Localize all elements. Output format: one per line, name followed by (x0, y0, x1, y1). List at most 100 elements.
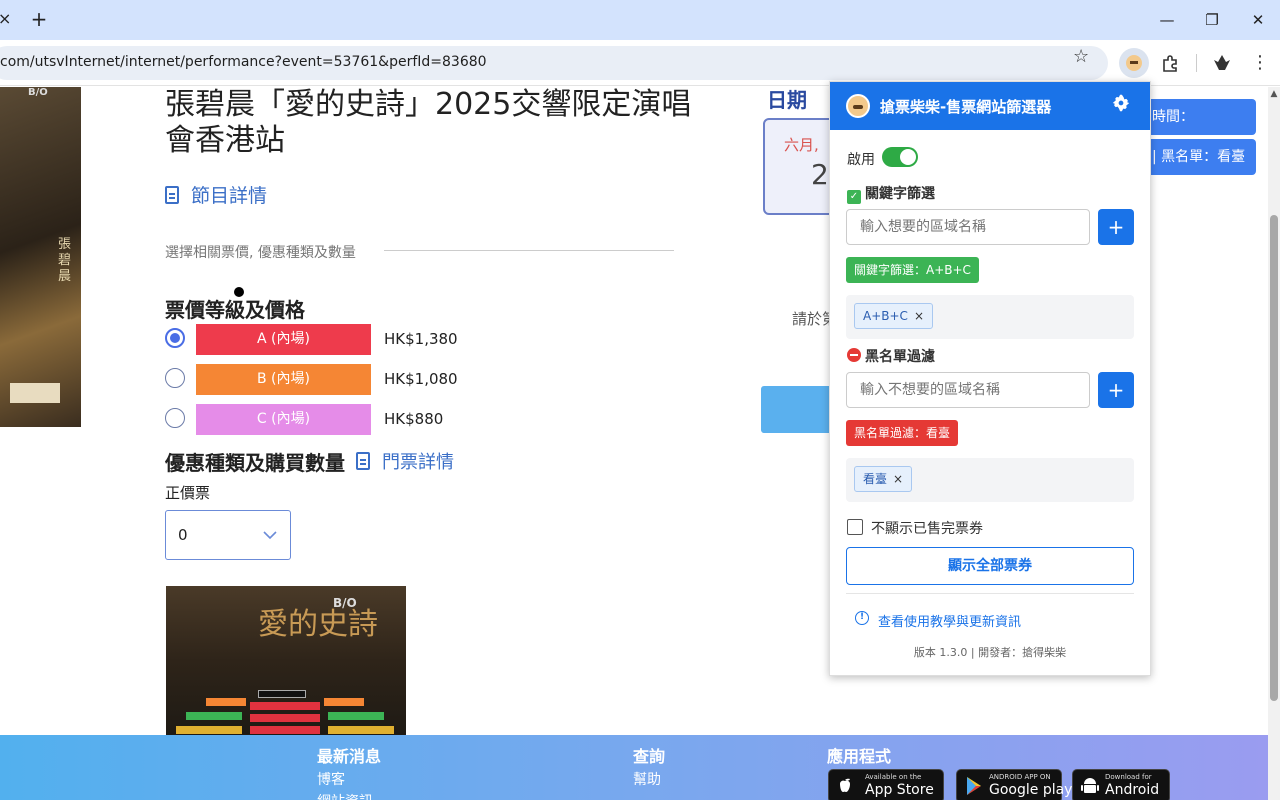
footer: 最新消息 博客 網站資訊 查詢 幫助 應用程式 Available on the… (0, 735, 1268, 800)
android-badge[interactable]: Download for Android (1072, 769, 1170, 800)
android-small: Download for (1105, 773, 1152, 781)
bookmark-star-icon[interactable]: ☆ (1073, 46, 1089, 67)
chevron-down-icon (262, 521, 278, 547)
hide-sold-out-checkbox[interactable] (847, 519, 863, 535)
google-play-small: ANDROID APP ON (989, 773, 1051, 781)
price-tier-c[interactable]: C (內場) HK$880 (165, 404, 485, 436)
app-store-small: Available on the (865, 773, 922, 781)
app-store-big: App Store (865, 782, 934, 798)
keyword-chip-label: A+B+C (863, 309, 908, 323)
seat-block (250, 726, 320, 734)
blacklist-chip-label: 看臺 (863, 472, 888, 486)
apple-icon (837, 776, 853, 799)
blacklist-label-text: 黑名單過濾 (865, 349, 935, 365)
version-text: 版本 1.3.0 | 開發者：搶得柴柴 (913, 646, 1067, 659)
enable-label: 啟用 (847, 152, 875, 168)
continue-button[interactable] (761, 386, 833, 433)
tier-label[interactable]: B (內場) (196, 364, 371, 395)
chip-remove-icon[interactable]: × (914, 309, 924, 323)
keyword-status-tag: 關鍵字篩選：A+B+C (846, 257, 979, 283)
price-heading: 票價等級及價格 (165, 298, 305, 322)
document-icon (165, 186, 179, 204)
window-close-icon[interactable]: ✕ (1243, 8, 1273, 32)
hide-sold-out-label[interactable]: 不顯示已售完票券 (871, 518, 983, 538)
full-price-label: 正價票 (165, 484, 211, 502)
tier-price: HK$880 (384, 410, 444, 428)
footer-link-site-info[interactable]: 網站資訊 (317, 791, 373, 800)
select-hint: 選擇相關票價, 優惠種類及數量 (165, 245, 356, 261)
ticket-detail-link[interactable]: 門票詳情 (356, 448, 454, 474)
enable-toggle[interactable] (882, 147, 918, 167)
blacklist-status-tag: 黑名單過濾：看臺 (846, 420, 959, 446)
price-tier-b[interactable]: B (內場) HK$1,080 (165, 364, 485, 396)
price-tier-a[interactable]: A (內場) HK$1,380 (165, 324, 485, 356)
restore-icon[interactable]: ❐ (1197, 8, 1227, 32)
seat-block (328, 712, 384, 720)
extensions-puzzle-icon[interactable] (1155, 48, 1185, 78)
chip-remove-icon[interactable]: × (893, 472, 903, 486)
seat-block (250, 702, 320, 710)
stage-block (258, 690, 306, 698)
keyword-input[interactable] (846, 209, 1090, 245)
keyword-chip[interactable]: A+B+C × (854, 303, 933, 329)
event-detail-link[interactable]: 節目詳情 (165, 181, 267, 208)
popup-title: 搶票柴柴-售票網站篩選器 (880, 98, 1052, 116)
minimize-icon[interactable]: — (1152, 8, 1182, 32)
date-heading: 日期 (767, 88, 807, 112)
shiba-logo-icon (846, 94, 870, 118)
tutorial-link[interactable]: 查看使用教學與更新資訊 (878, 611, 1021, 630)
no-entry-icon (847, 348, 861, 362)
blacklist-input[interactable] (846, 372, 1090, 408)
keyword-add-button[interactable]: + (1098, 209, 1134, 245)
blacklist-add-button[interactable]: + (1098, 372, 1134, 408)
document-icon (356, 452, 370, 470)
date-day: 2 (811, 158, 829, 191)
profile-avatar-icon[interactable] (1207, 48, 1237, 78)
tier-label[interactable]: A (內場) (196, 324, 371, 355)
footer-link-help[interactable]: 幫助 (633, 769, 661, 789)
scroll-up-icon[interactable]: ▲ (1268, 89, 1280, 99)
quantity-select[interactable]: 0 (165, 510, 291, 560)
show-all-button[interactable]: 顯示全部票券 (846, 547, 1134, 585)
info-icon: ! (855, 611, 869, 625)
tab-close-icon[interactable]: × (0, 9, 12, 29)
poster-note (10, 383, 60, 403)
page-scrollbar[interactable]: ▲ (1268, 87, 1280, 800)
footer-link-blog[interactable]: 博客 (317, 769, 345, 789)
seating-plan-image[interactable]: B/O 愛的史詩 (166, 586, 406, 736)
blacklist-badge: | 黑名單：看臺 (1150, 139, 1256, 175)
quantity-value: 0 (178, 526, 188, 544)
seat-block (324, 698, 364, 706)
discount-heading: 優惠種類及購買數量 (165, 451, 345, 475)
android-big: Android (1105, 782, 1160, 798)
tier-radio[interactable] (165, 408, 185, 428)
tier-label[interactable]: C (內場) (196, 404, 371, 435)
google-play-big: Google play (989, 782, 1073, 798)
seat-block (328, 726, 394, 734)
browser-tabstrip: × + — ❐ ✕ (0, 0, 1280, 40)
new-tab-button[interactable]: + (28, 7, 50, 31)
hint-divider (384, 250, 674, 251)
toolbar-divider (1196, 54, 1197, 72)
browser-menu-icon[interactable]: ⋮ (1245, 48, 1275, 78)
extension-shiba-icon[interactable] (1119, 48, 1149, 78)
url-text[interactable]: com/utsvInternet/internet/performance?ev… (0, 54, 487, 70)
seat-block (206, 698, 246, 706)
google-play-icon (965, 776, 983, 800)
footer-apps-heading: 應用程式 (827, 747, 892, 766)
poster-logo: B/O (28, 87, 48, 98)
event-title: 張碧晨「愛的史詩」2025交響限定演唱會香港站 (165, 87, 692, 158)
blacklist-chip[interactable]: 看臺 × (854, 466, 913, 492)
checkmark-icon: ✓ (847, 190, 861, 204)
address-bar[interactable]: com/utsvInternet/internet/performance?ev… (0, 46, 1108, 80)
app-store-badge[interactable]: Available on the App Store (828, 769, 944, 800)
event-poster-image: B/O 張碧晨 (0, 87, 81, 427)
tier-radio[interactable] (165, 328, 185, 348)
date-month: 六月, (784, 136, 819, 154)
blacklist-section-label: 黑名單過濾 (847, 346, 935, 366)
tier-price: HK$1,080 (384, 370, 458, 388)
scrollbar-thumb[interactable] (1270, 215, 1278, 701)
google-play-badge[interactable]: ANDROID APP ON Google play (956, 769, 1072, 800)
tier-radio[interactable] (165, 368, 185, 388)
gear-icon[interactable] (1110, 92, 1132, 120)
